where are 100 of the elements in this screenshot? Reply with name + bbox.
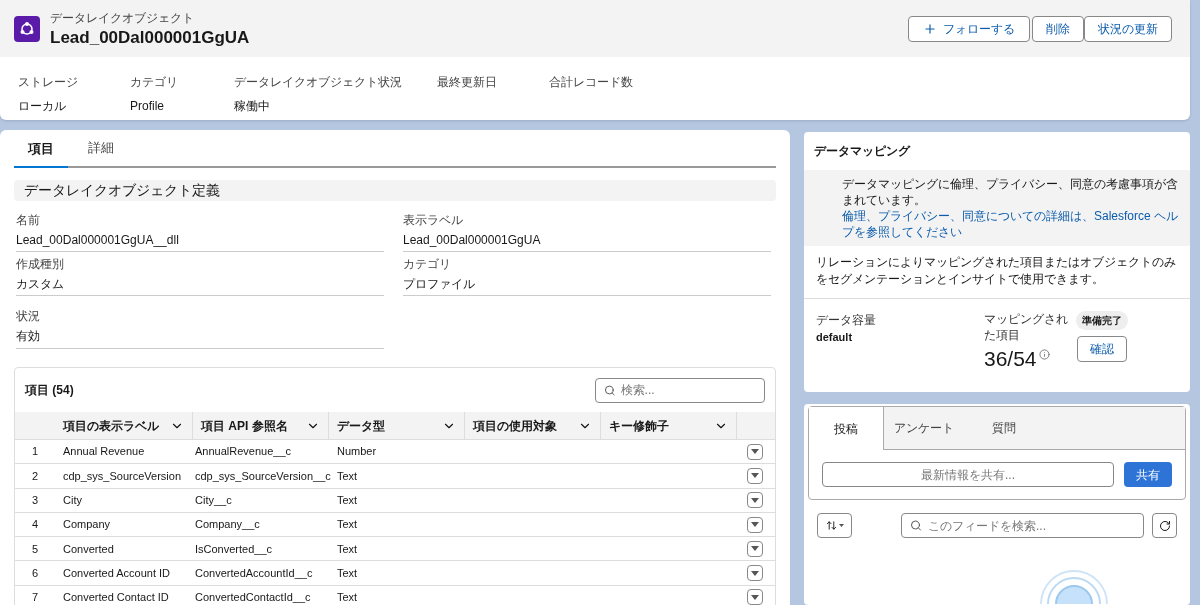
search-icon [910, 519, 922, 532]
caret-down-icon [751, 594, 759, 600]
caret-down-icon [751, 497, 759, 503]
table-cell-text: Company [62, 517, 112, 533]
field-value: プロファイル [403, 276, 476, 293]
table-cell-text: Text [336, 493, 359, 508]
column-header[interactable]: キー修飾子 [601, 412, 737, 439]
tab[interactable]: 詳細 [68, 130, 134, 166]
mapped-count: 36/54 [984, 346, 1037, 372]
object-type-label: データレイクオブジェクト [50, 9, 195, 27]
table-cell-text: Company__c [194, 517, 261, 533]
table-cell-text: Text [336, 565, 359, 581]
table-cell-text: Converted Account ID [62, 565, 171, 581]
field-value: 有効 [16, 328, 41, 345]
action-button[interactable]: 状況の更新 [1084, 15, 1172, 42]
table-cell-text: Text [336, 590, 359, 605]
highlight-value: Profile [130, 98, 165, 115]
table-cell-text: Text [336, 541, 359, 557]
field-value: Lead_00Dal000001GgUA [403, 232, 542, 249]
follow-button[interactable]: フォローする [908, 15, 1030, 42]
refresh-icon [1158, 519, 1171, 532]
table-cell-text: IsConverted__c [194, 541, 274, 557]
object-icon [14, 15, 40, 42]
field-label: 状況 [16, 308, 41, 325]
action-button[interactable]: 削除 [1032, 15, 1084, 42]
feed-search-field[interactable]: このフィードを検索... [901, 513, 1144, 538]
column-header[interactable]: 項目の表示ラベル [55, 412, 193, 439]
capacity-label: データ容量 [816, 312, 877, 329]
highlight-label: 最終更新日 [437, 74, 498, 91]
caret-down-icon [751, 522, 759, 528]
row-menu-button[interactable] [747, 443, 763, 460]
caret-down-icon [751, 473, 759, 479]
row-number: 4 [30, 517, 40, 533]
refresh-button[interactable] [1152, 513, 1177, 538]
field-value: Lead_00Dal000001GgUA__dll [16, 232, 180, 249]
table-cell-text: Text [336, 468, 359, 484]
tab[interactable]: 項目 [14, 132, 68, 168]
share-button[interactable]: 共有 [1124, 462, 1172, 487]
row-number: 7 [30, 590, 40, 605]
row-menu-button[interactable] [747, 516, 763, 533]
highlight-value: 稼働中 [234, 98, 271, 115]
column-header[interactable]: データ型 [329, 412, 465, 439]
mapped-label: マッピングされた項目 [984, 311, 1069, 343]
row-menu-button[interactable] [747, 492, 763, 509]
table-cell-text: AnnualRevenue__c [194, 444, 293, 460]
table-cell-text: ConvertedContactId__c [194, 590, 312, 605]
description-text: リレーションによりマッピングされた項目またはオブジェクトのみをセグメンテーションとインサイトで使用できます。 [804, 246, 1190, 299]
table-cell-text: Converted [62, 541, 115, 557]
table-cell-text: ConvertedAccountId__c [194, 565, 314, 581]
table-cell-text: City [62, 493, 83, 508]
confirm-button[interactable]: 確認 [1077, 336, 1127, 362]
status-badge: 準備完了 [1076, 311, 1128, 330]
highlight-value: ローカル [18, 98, 67, 115]
caret-down-icon [751, 546, 759, 552]
feed-tab[interactable]: アンケート [884, 407, 964, 450]
section-title: データレイクオブジェクト定義 [24, 181, 220, 200]
card-title: データマッピング [813, 143, 912, 160]
caret-down-icon [751, 449, 759, 455]
table-cell-text: Converted Contact ID [62, 590, 170, 605]
share-field[interactable]: 最新情報を共有... [822, 462, 1114, 487]
row-menu-button[interactable] [747, 540, 763, 557]
field-label: 表示ラベル [403, 212, 464, 229]
column-header[interactable]: 項目の使用対象 [465, 412, 601, 439]
feed-search-input[interactable]: このフィードを検索... [927, 516, 1135, 535]
field-label: 作成種別 [16, 256, 65, 273]
table-cell-text: Annual Revenue [62, 444, 146, 460]
table-cell-text: City__c [194, 493, 233, 508]
highlight-label: カテゴリ [130, 74, 179, 91]
table-cell-text: cdp_sys_SourceVersion__c [194, 468, 329, 484]
row-menu-button[interactable] [747, 589, 763, 605]
highlight-label: 合計レコード数 [549, 74, 634, 91]
table-cell-text: Text [336, 517, 359, 533]
sort-icon [825, 520, 837, 531]
column-header[interactable]: 項目 API 参照名 [193, 412, 329, 439]
field-label: 名前 [16, 212, 41, 229]
caret-down-icon [751, 570, 759, 576]
search-icon [604, 383, 616, 397]
capacity-value: default [816, 330, 854, 345]
help-link[interactable]: 倫理、プライバシー、同意についての詳細は、Salesforce ヘルプを参照してください [842, 208, 1182, 240]
record-title: Lead_00Dal000001GgUA [50, 26, 250, 49]
field-value: カスタム [16, 276, 65, 293]
row-number: 5 [30, 541, 40, 557]
feed-tab[interactable]: 投稿 [809, 407, 884, 450]
table-cell-text: Number [336, 444, 378, 460]
table-cell-text: cdp_sys_SourceVersion [62, 468, 182, 484]
notice-text: データマッピングに倫理、プライバシー、同意の考慮事項が含まれています。 [842, 176, 1179, 208]
field-label: カテゴリ [403, 256, 452, 273]
search-field[interactable]: 検索... [595, 377, 765, 403]
row-number: 1 [30, 444, 40, 460]
sort-button[interactable] [817, 513, 852, 538]
plus-icon [923, 21, 937, 36]
caret-down-icon [838, 524, 844, 527]
search-input[interactable]: 検索... [620, 381, 756, 399]
row-menu-button[interactable] [747, 467, 763, 484]
feed-tab[interactable]: 質問 [964, 407, 1044, 450]
row-menu-button[interactable] [747, 565, 763, 582]
card-title: 項目 (54) [25, 382, 74, 399]
row-number: 2 [30, 468, 40, 484]
highlight-label: データレイクオブジェクト状況 [234, 74, 403, 91]
row-number: 6 [30, 565, 40, 581]
